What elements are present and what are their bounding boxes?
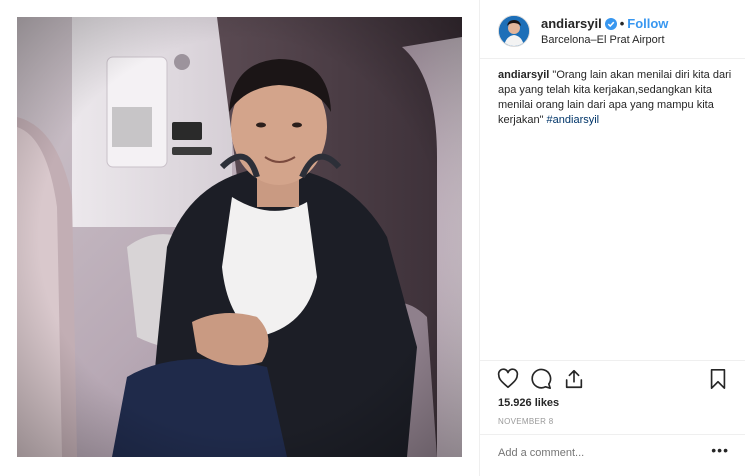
separator-dot: • [619,16,625,31]
more-options-icon[interactable]: ••• [711,442,729,458]
caption-username[interactable]: andiarsyil [498,69,549,81]
username-link[interactable]: andiarsyil [541,16,602,31]
header-line: andiarsyil • Follow [541,16,668,33]
avatar[interactable] [498,15,530,47]
instagram-post: andiarsyil • Follow Barcelona–El Prat Airp… [0,0,745,476]
caption-hashtag[interactable]: #andiarsyil [547,114,600,126]
comment-divider [480,434,745,435]
post-header: andiarsyil • Follow Barcelona–El Prat Airp… [498,13,745,53]
follow-button[interactable]: Follow [627,16,668,31]
likes-count[interactable]: 15.926 likes [498,397,559,409]
heart-icon[interactable] [497,368,521,392]
header-divider [480,58,745,59]
post-sidebar: andiarsyil • Follow Barcelona–El Prat Airp… [479,0,745,476]
share-icon[interactable] [563,368,587,392]
comment-input[interactable] [498,447,698,459]
bookmark-icon[interactable] [707,368,731,392]
caption: andiarsyil "Orang lain akan menilai diri… [498,68,734,128]
actions-divider [480,360,745,361]
comment-icon[interactable] [530,368,554,392]
post-photo[interactable] [17,17,462,457]
verified-badge-icon [604,18,617,33]
post-date[interactable]: NOVEMBER 8 [498,417,553,426]
media-column [0,0,479,476]
action-bar [497,368,731,392]
location-link[interactable]: Barcelona–El Prat Airport [541,34,665,46]
